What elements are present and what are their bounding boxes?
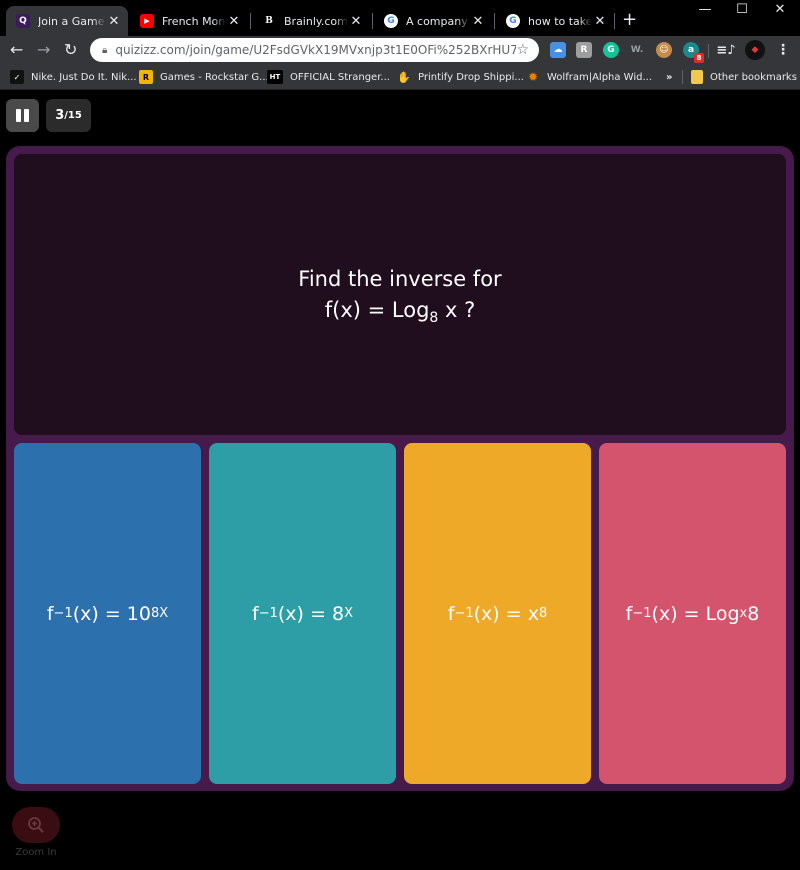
option-text: (x) = 8: [277, 602, 345, 625]
browser-menu-icon[interactable]: ⋮: [775, 42, 791, 58]
url-text[interactable]: quizizz.com/join/game/U2FsdGVkX19MVxnjp3…: [115, 43, 516, 57]
bookmark-label: Nike. Just Do It. Nik...: [31, 71, 137, 83]
option-text: (x) = x: [473, 602, 539, 625]
brainly-icon: B: [265, 16, 273, 26]
pause-icon: [16, 109, 21, 122]
notification-badge: 8: [694, 53, 704, 63]
option-text: (x) = 10: [72, 602, 151, 625]
close-window-button[interactable]: ✕: [760, 2, 800, 17]
pause-button[interactable]: [6, 99, 39, 132]
reload-button[interactable]: ↻: [64, 40, 77, 59]
bookmark-label: Games - Rockstar G...: [160, 71, 269, 83]
bookmark-printify[interactable]: ✋ Printify Drop Shippi...: [397, 69, 524, 85]
tab-title: Join a Game - Quizizz: [38, 14, 106, 28]
puzzle-extension-icon[interactable]: R: [576, 42, 592, 58]
printify-icon: ✋: [397, 70, 411, 84]
a-extension-icon[interactable]: a8: [683, 42, 704, 63]
bookmark-other-bookmarks[interactable]: Other bookmarks: [691, 69, 797, 85]
question-formula: f(x) = Log: [324, 297, 430, 322]
new-tab-button[interactable]: +: [622, 9, 637, 30]
answer-option-4[interactable]: f −1 (x) = Log x 8: [599, 443, 786, 784]
close-tab-icon[interactable]: ✕: [106, 14, 122, 29]
toolbar-divider: [708, 44, 709, 58]
tab-divider: [614, 13, 615, 29]
zoom-in-icon: [28, 817, 44, 833]
total-questions: /15: [64, 110, 82, 121]
minimize-button[interactable]: —: [685, 2, 725, 17]
tab-strip: Q Join a Game - Quizizz ✕ ▶ French Monta…: [0, 0, 800, 36]
tab-title: French Montana: [162, 14, 226, 28]
tab-title: how to take a screenshot: [528, 14, 592, 28]
question-counter: 3/15: [46, 99, 91, 132]
tab-divider: [372, 13, 373, 29]
bookmark-label: Printify Drop Shippi...: [418, 71, 524, 83]
option-text: f: [447, 602, 455, 625]
zoom-in-label: Zoom In: [15, 847, 57, 858]
quizizz-icon: Q: [16, 14, 30, 28]
tab-divider: [494, 13, 495, 29]
close-tab-icon[interactable]: ✕: [348, 14, 364, 29]
tab-french-montana[interactable]: ▶ French Montana ✕: [130, 6, 248, 36]
ht-icon: HT: [267, 70, 283, 84]
tab-brainly[interactable]: B Brainly.com - For ✕: [252, 6, 370, 36]
pause-icon: [24, 109, 29, 122]
zoom-in-button[interactable]: [12, 807, 60, 843]
back-button[interactable]: ←: [10, 40, 23, 59]
maximize-button[interactable]: ☐: [722, 2, 762, 17]
media-control-icon[interactable]: ≡♪: [716, 42, 735, 58]
bookmark-rockstar[interactable]: R Games - Rockstar G...: [139, 69, 269, 85]
tab-title: Brainly.com - For: [284, 14, 348, 28]
question-card: Find the inverse for f(x) = Log8 x ?: [14, 154, 786, 435]
option-text: f: [46, 602, 54, 625]
bookmark-label: Wolfram|Alpha Wid...: [547, 71, 653, 83]
bookmarks-divider: [682, 70, 683, 84]
bookmark-nike[interactable]: ✓ Nike. Just Do It. Nik...: [10, 69, 137, 85]
grammarly-extension-icon[interactable]: G: [603, 42, 619, 58]
bookmark-label: Other bookmarks: [710, 71, 797, 83]
w-extension-icon[interactable]: W.: [629, 42, 645, 58]
bookmarks-bar: ✓ Nike. Just Do It. Nik... R Games - Roc…: [0, 64, 800, 90]
bookmark-label: OFFICIAL Stranger...: [290, 71, 390, 83]
tab-title: A company produces: [406, 14, 470, 28]
address-bar[interactable]: 🔒︎ quizizz.com/join/game/U2FsdGVkX19MVxn…: [90, 38, 539, 62]
wolfram-icon: ✹: [527, 70, 539, 84]
close-tab-icon[interactable]: ✕: [592, 14, 608, 29]
current-question-number: 3: [55, 108, 65, 123]
browser-toolbar: ← → ↻ 🔒︎ quizizz.com/join/game/U2FsdGVkX…: [0, 36, 800, 64]
forward-button[interactable]: →: [37, 40, 50, 59]
folder-icon: [691, 70, 703, 84]
question-text-line2: f(x) = Log8 x ?: [325, 295, 476, 326]
cloud-extension-icon[interactable]: ☁: [550, 42, 566, 58]
tab-company-produces[interactable]: G A company produces ✕: [374, 6, 492, 36]
profile-avatar[interactable]: ◆: [745, 40, 765, 60]
answer-option-3[interactable]: f −1 (x) = x8: [404, 443, 591, 784]
answer-option-2[interactable]: f −1 (x) = 8X: [209, 443, 396, 784]
lock-icon: 🔒︎: [102, 44, 108, 56]
log-base: 8: [429, 309, 439, 326]
quiz-page: 3/15 Find the inverse for f(x) = Log8 x …: [0, 91, 800, 870]
close-tab-icon[interactable]: ✕: [226, 14, 242, 29]
tab-join-a-game[interactable]: Q Join a Game - Quizizz ✕: [6, 6, 128, 36]
bookmarks-overflow-button[interactable]: »: [666, 69, 672, 85]
nike-icon: ✓: [10, 70, 24, 84]
bookmark-stranger-things[interactable]: HT OFFICIAL Stranger...: [267, 69, 390, 85]
bookmark-star-icon[interactable]: ☆: [516, 42, 529, 58]
option-text: f: [625, 602, 633, 625]
answer-option-1[interactable]: f −1 (x) = 10 8X: [14, 443, 201, 784]
rockstar-icon: R: [139, 70, 153, 84]
tab-divider: [250, 13, 251, 29]
question-text-line1: Find the inverse for: [298, 266, 502, 291]
option-text: (x) = Log: [651, 602, 740, 625]
question-formula-end: x ?: [438, 297, 476, 322]
option-text: 8: [747, 602, 760, 625]
close-tab-icon[interactable]: ✕: [470, 14, 486, 29]
tab-how-to-screenshot[interactable]: G how to take a screenshot ✕: [496, 6, 614, 36]
quiz-frame: Find the inverse for f(x) = Log8 x ? f −1…: [6, 146, 794, 791]
youtube-icon: ▶: [140, 14, 154, 28]
google-icon: G: [384, 14, 398, 28]
option-text: f: [252, 602, 259, 625]
bookmark-wolfram[interactable]: ✹ Wolfram|Alpha Wid...: [526, 69, 652, 85]
avatar-extension-icon[interactable]: ☺: [656, 42, 672, 58]
google-icon: G: [506, 14, 520, 28]
